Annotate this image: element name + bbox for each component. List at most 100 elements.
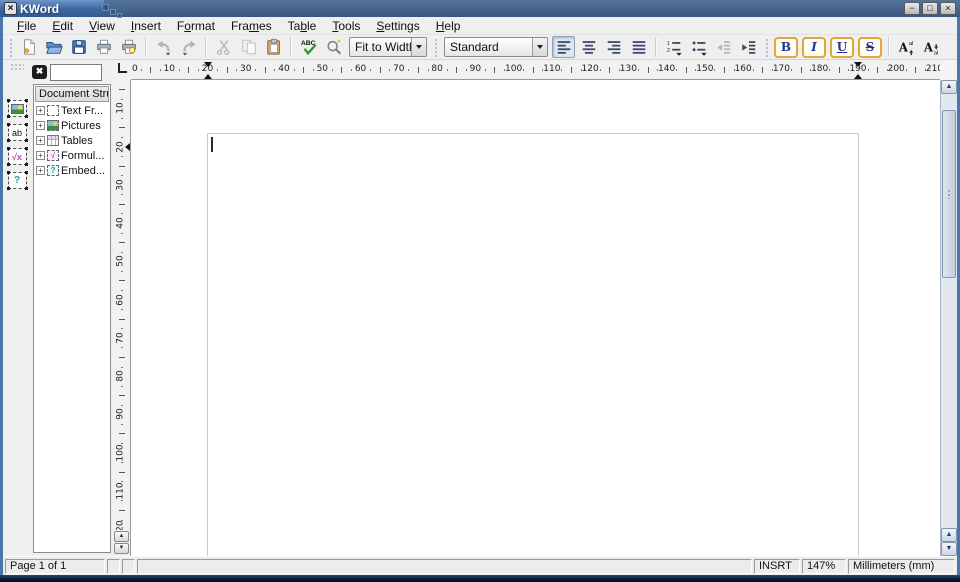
bold-button[interactable]: B	[774, 37, 798, 58]
minimize-button[interactable]: −	[904, 2, 920, 15]
tree-item-embed[interactable]: +Embed...	[34, 163, 110, 178]
align-left-button[interactable]	[552, 36, 575, 58]
menu-edit[interactable]: Edit	[44, 18, 81, 34]
insert-picture-tool[interactable]	[5, 97, 29, 120]
increase-indent-button[interactable]	[737, 36, 760, 58]
ruler-tick	[121, 347, 123, 348]
first-line-indent-marker[interactable]	[204, 70, 212, 79]
menu-help[interactable]: Help	[428, 18, 469, 34]
document-canvas[interactable]	[131, 80, 940, 556]
superscript-button[interactable]: Aal	[895, 36, 918, 58]
tree-expander-icon[interactable]: +	[36, 106, 45, 115]
find-button[interactable]	[322, 36, 345, 58]
right-margin-marker[interactable]	[854, 70, 862, 79]
insert-object-tool[interactable]: ?	[5, 169, 29, 192]
ruler-number: 60	[113, 289, 129, 311]
kword-app-icon[interactable]: ×	[4, 2, 17, 15]
ruler-tick	[141, 69, 142, 71]
menu-insert[interactable]: Insert	[123, 18, 169, 34]
tree-item-formul[interactable]: +Formul...	[34, 148, 110, 163]
new-document-button[interactable]	[17, 36, 40, 58]
italic-button[interactable]: I	[802, 37, 826, 58]
toolbar-handle[interactable]	[8, 37, 13, 57]
page-indicator: Page 1 of 1	[5, 559, 105, 574]
toolbar-grip[interactable]	[10, 63, 24, 70]
ruler-tick	[121, 443, 123, 444]
toolbar-handle[interactable]	[433, 37, 438, 57]
panel-input[interactable]	[50, 64, 102, 81]
close-button[interactable]: ×	[940, 2, 956, 15]
titlebar[interactable]: × KWord −□×	[0, 0, 960, 17]
ruler-number: 30	[113, 174, 129, 196]
open-document-button[interactable]	[42, 36, 65, 58]
menu-table[interactable]: Table	[280, 18, 325, 34]
numbered-list-button[interactable]: 12	[662, 36, 685, 58]
tree-item-textfr[interactable]: +Text Fr...	[34, 103, 110, 118]
tree-expander-icon[interactable]: +	[36, 151, 45, 160]
print-preview-button[interactable]	[117, 36, 140, 58]
ruler-tick	[561, 69, 562, 71]
paragraph-style-combo-dropdown-button[interactable]	[532, 38, 547, 56]
bullet-list-button[interactable]	[687, 36, 710, 58]
maximize-button[interactable]: □	[922, 2, 938, 15]
spellcheck-button[interactable]: ABC	[297, 36, 320, 58]
scroll-up-button-2[interactable]: ▲	[941, 528, 957, 542]
ruler-tick	[801, 67, 802, 73]
align-right-button[interactable]	[602, 36, 625, 58]
ruler-number: 0	[132, 64, 138, 74]
vertical-ruler[interactable]: 102030405060708090100110120	[113, 80, 130, 530]
insert-formula-tool[interactable]: √x	[5, 145, 29, 168]
scrollbar-track[interactable]	[941, 94, 957, 528]
tree-expander-icon[interactable]: +	[36, 166, 45, 175]
horizontal-ruler[interactable]: 0102030405060708090100110120130140150160…	[131, 60, 940, 80]
ruler-tick	[724, 67, 725, 73]
scroll-up-button[interactable]: ▲	[941, 80, 957, 94]
page-down-button[interactable]: ▼	[114, 543, 129, 554]
paste-button[interactable]	[262, 36, 285, 58]
zoom-combo-dropdown-button[interactable]	[411, 38, 426, 56]
ruler-tick	[494, 67, 495, 73]
insert-text-frame-tool[interactable]: ab	[5, 121, 29, 144]
ruler-tick	[695, 69, 696, 71]
subscript-button[interactable]: Aal	[920, 36, 943, 58]
zoom-combo[interactable]: Fit to Width	[349, 37, 427, 57]
ruler-tick	[332, 69, 333, 71]
top-margin-marker[interactable]	[121, 143, 130, 151]
menu-tools[interactable]: Tools	[324, 18, 368, 34]
strikethrough-button[interactable]: S	[858, 37, 882, 58]
tree-item-label: Pictures	[61, 120, 101, 132]
ruler-tick	[198, 69, 199, 71]
align-center-button[interactable]	[577, 36, 600, 58]
tree-item-tables[interactable]: +Tables	[34, 133, 110, 148]
align-justify-button[interactable]	[627, 36, 650, 58]
document-structure-header[interactable]: Document Stru	[35, 86, 109, 102]
menu-settings[interactable]: Settings	[368, 18, 427, 34]
clear-icon[interactable]: ✖	[32, 65, 47, 79]
print-button[interactable]	[92, 36, 115, 58]
zoom-indicator[interactable]: 147%	[802, 559, 846, 574]
underline-button[interactable]: U	[830, 37, 854, 58]
alignJ-icon	[630, 38, 648, 56]
insert-mode-indicator[interactable]: INSRT	[754, 559, 800, 574]
paragraph-style-combo[interactable]: Standard	[444, 37, 548, 57]
ruler-tick	[810, 69, 811, 71]
tree-expander-icon[interactable]: +	[36, 136, 45, 145]
units-indicator[interactable]: Millimeters (mm)	[848, 559, 955, 574]
tool-picture-icon	[8, 100, 27, 117]
menu-view[interactable]: View	[81, 18, 123, 34]
menu-frames[interactable]: Frames	[223, 18, 280, 34]
menu-file[interactable]: File	[9, 18, 44, 34]
insert-table-tool[interactable]: I	[5, 73, 29, 96]
ruler-tick	[217, 69, 218, 71]
outdent-icon	[715, 38, 733, 56]
new-icon	[20, 38, 38, 56]
message-area	[137, 559, 752, 574]
page-up-button[interactable]: ▲	[114, 531, 129, 542]
scrollbar-thumb[interactable]	[942, 110, 956, 278]
toolbar-handle[interactable]	[764, 37, 769, 57]
menu-format[interactable]: Format	[169, 18, 223, 34]
save-document-button[interactable]	[67, 36, 90, 58]
scroll-down-button[interactable]: ▼	[941, 542, 957, 556]
tree-expander-icon[interactable]: +	[36, 121, 45, 130]
tree-item-pictures[interactable]: + Pictures	[34, 118, 110, 133]
